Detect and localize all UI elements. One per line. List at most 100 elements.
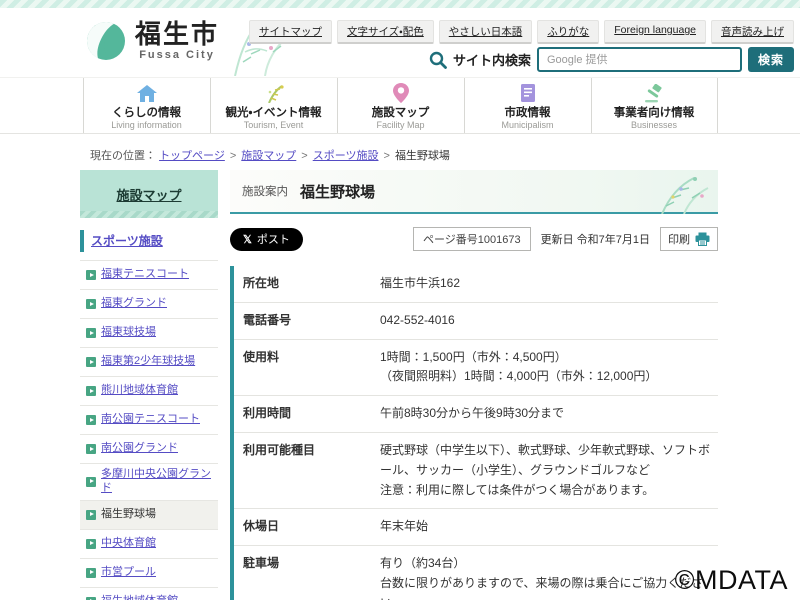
search-button[interactable]: 検索 bbox=[748, 47, 794, 72]
green-square-arrow-icon bbox=[86, 299, 96, 309]
row-value: 042-552-4016 bbox=[370, 302, 718, 339]
nav-sublabel: Facility Map bbox=[376, 120, 424, 130]
table-row: 利用時間 午前8時30分から午後9時30分まで bbox=[232, 396, 718, 433]
sidebar-item-link[interactable]: 南公園テニスコート bbox=[101, 413, 200, 427]
row-label: 駐車場 bbox=[232, 546, 370, 600]
sidebar-item-link[interactable]: 福生地域体育館 bbox=[101, 595, 178, 600]
nav-facility-map[interactable]: 施設マップ Facility Map bbox=[337, 78, 464, 133]
sidebar-item-link[interactable]: 南公園グランド bbox=[101, 442, 178, 456]
row-value: 1時間：1,500円（市外：4,500円）（夜間照明料）1時間：4,000円（市… bbox=[370, 339, 718, 396]
row-label: 利用時間 bbox=[232, 396, 370, 433]
green-square-arrow-icon bbox=[86, 568, 96, 578]
bamboo-sparkle-icon bbox=[263, 83, 285, 103]
x-post-button[interactable]: 𝕏 ポスト bbox=[230, 228, 303, 251]
fussa-city-logo-icon bbox=[85, 20, 127, 62]
sidebar-item: 福東球技場 bbox=[80, 319, 218, 348]
table-row: 利用可能種目 硬式野球（中学生以下）、軟式野球、少年軟式野球、ソフトボール、サッ… bbox=[232, 432, 718, 508]
city-name-en: Fussa City bbox=[135, 49, 219, 61]
row-value-line: （夜間照明料）1時間：4,000円（市外：12,000円） bbox=[380, 367, 714, 387]
row-value: 福生市牛浜162 bbox=[370, 266, 718, 302]
sidebar-item-link[interactable]: 福東球技場 bbox=[101, 326, 156, 340]
row-value-line: 台数に限りがありますので、来場の際は乗合にご協力ください。 bbox=[380, 574, 714, 600]
green-square-arrow-icon bbox=[86, 510, 96, 520]
sidebar-item-link[interactable]: 熊川地域体育館 bbox=[101, 384, 178, 398]
green-square-arrow-icon bbox=[86, 539, 96, 549]
sidebar-item: 南公園テニスコート bbox=[80, 406, 218, 435]
table-row: 使用料 1時間：1,500円（市外：4,500円）（夜間照明料）1時間：4,00… bbox=[232, 339, 718, 396]
sidebar-item: 福東第2少年球技場 bbox=[80, 348, 218, 377]
sidebar-item-link[interactable]: 市営プール bbox=[101, 566, 156, 580]
sitemap-button[interactable]: サイトマップ bbox=[249, 20, 332, 44]
sidebar-item: 福生地域体育館 bbox=[80, 588, 218, 600]
main-content: 施設案内 福生野球場 𝕏 ポスト ページ番号1001673 更新日 令和7年7月… bbox=[230, 170, 718, 600]
sidebar-category: スポーツ施設 bbox=[80, 230, 218, 252]
row-label: 利用可能種目 bbox=[232, 432, 370, 508]
green-square-arrow-icon bbox=[86, 415, 96, 425]
foreign-language-button[interactable]: Foreign language bbox=[604, 20, 706, 44]
search-input[interactable] bbox=[537, 47, 742, 72]
nav-label: 観光・イベント情報 bbox=[226, 104, 322, 120]
breadcrumb-link-top[interactable]: トップページ bbox=[159, 150, 225, 162]
sidebar-category-link-sports[interactable]: スポーツ施設 bbox=[91, 234, 163, 248]
sidebar-title-facility-map[interactable]: 施設マップ bbox=[80, 170, 218, 218]
site-header: 福生市 Fussa City サイトマップ 文字サイズ・配色 やさしい日本語 ふ… bbox=[0, 8, 800, 77]
city-logo[interactable]: 福生市 Fussa City bbox=[85, 20, 219, 62]
row-value-line: 注意：利用に際しては条件がつく場合があります。 bbox=[380, 481, 714, 501]
page-title: 福生野球場 bbox=[300, 181, 375, 202]
green-square-arrow-icon bbox=[86, 357, 96, 367]
easy-japanese-button[interactable]: やさしい日本語 bbox=[439, 20, 533, 44]
breadcrumb-link-facility-map[interactable]: 施設マップ bbox=[241, 150, 296, 162]
print-button[interactable]: 印刷 bbox=[660, 227, 718, 251]
global-nav: くらしの情報 Living information 観光・イベント情報 Tour… bbox=[0, 77, 800, 134]
tanabata-plant-decoration bbox=[632, 172, 712, 214]
sidebar-item-link[interactable]: 福東テニスコート bbox=[101, 268, 189, 282]
breadcrumb-prefix: 現在の位置： bbox=[90, 150, 156, 162]
nav-tourism-event[interactable]: 観光・イベント情報 Tourism, Event bbox=[210, 78, 337, 133]
page-number: ページ番号1001673 bbox=[413, 227, 531, 251]
top-stripe-decoration bbox=[0, 0, 800, 8]
utility-links: サイトマップ 文字サイズ・配色 やさしい日本語 ふりがな Foreign lan… bbox=[249, 20, 794, 44]
sidebar-item-link[interactable]: 福東グランド bbox=[101, 297, 167, 311]
sidebar-list: 福東テニスコート 福東グランド 福東球技場 福東第2少年球技場 熊川地域体育館 … bbox=[80, 260, 218, 600]
sidebar-item: 熊川地域体育館 bbox=[80, 377, 218, 406]
meta-row: 𝕏 ポスト ページ番号1001673 更新日 令和7年7月1日 印刷 bbox=[230, 227, 718, 251]
page-title-bar: 施設案内 福生野球場 bbox=[230, 170, 718, 214]
row-value: 硬式野球（中学生以下）、軟式野球、少年軟式野球、ソフトボール、サッカー（小学生）… bbox=[370, 432, 718, 508]
nav-sublabel: Living information bbox=[111, 120, 182, 130]
row-value-line: 午前8時30分から午後9時30分まで bbox=[380, 404, 714, 424]
nav-label: くらしの情報 bbox=[112, 104, 181, 120]
sidebar-item-link[interactable]: 多摩川中央公園グランド bbox=[101, 468, 216, 496]
nav-label: 施設マップ bbox=[372, 104, 430, 120]
text-to-speech-button[interactable]: 音声読み上げ bbox=[711, 20, 794, 44]
title-category: 施設案内 bbox=[242, 183, 288, 199]
facility-detail-table: 所在地 福生市牛浜162 電話番号 042-552-4016 使用料 1時間：1… bbox=[230, 266, 718, 600]
watermark: ©MDATA bbox=[675, 565, 788, 596]
sidebar-item: 福東グランド bbox=[80, 290, 218, 319]
green-square-arrow-icon bbox=[86, 477, 96, 487]
sidebar-item: 福東テニスコート bbox=[80, 261, 218, 290]
city-name: 福生市 Fussa City bbox=[135, 20, 219, 61]
sidebar-item: 南公園グランド bbox=[80, 435, 218, 464]
green-square-arrow-icon bbox=[86, 328, 96, 338]
furigana-button[interactable]: ふりがな bbox=[537, 20, 599, 44]
text-size-color-button[interactable]: 文字サイズ・配色 bbox=[337, 20, 434, 44]
breadcrumb-separator: > bbox=[384, 150, 390, 162]
row-value-line: 硬式野球（中学生以下）、軟式野球、少年軟式野球、ソフトボール、サッカー（小学生）… bbox=[380, 441, 714, 481]
nav-sublabel: Tourism, Event bbox=[244, 120, 304, 130]
sidebar: 施設マップ スポーツ施設 福東テニスコート 福東グランド 福東球技場 福東第2少… bbox=[80, 170, 218, 600]
nav-living-information[interactable]: くらしの情報 Living information bbox=[83, 78, 210, 133]
row-value-line: 042-552-4016 bbox=[380, 311, 714, 331]
nav-municipal-information[interactable]: 市政情報 Municipalism bbox=[464, 78, 591, 133]
sidebar-item: 市営プール bbox=[80, 559, 218, 588]
sidebar-item-link[interactable]: 福東第2少年球技場 bbox=[101, 355, 195, 369]
row-value: 年末年始 bbox=[370, 509, 718, 546]
nav-business-information[interactable]: 事業者向け情報 Businesses bbox=[591, 78, 718, 133]
table-row: 駐車場 有り（約34台）台数に限りがありますので、来場の際は乗合にご協力ください… bbox=[232, 546, 718, 600]
gavel-icon bbox=[643, 83, 665, 103]
breadcrumb-link-sports-facilities[interactable]: スポーツ施設 bbox=[313, 150, 379, 162]
sidebar-item-link[interactable]: 中央体育館 bbox=[101, 537, 156, 551]
post-label: ポスト bbox=[257, 231, 290, 247]
green-square-arrow-icon bbox=[86, 444, 96, 454]
table-row: 所在地 福生市牛浜162 bbox=[232, 266, 718, 302]
site-search: サイト内検索 検索 bbox=[429, 47, 794, 72]
